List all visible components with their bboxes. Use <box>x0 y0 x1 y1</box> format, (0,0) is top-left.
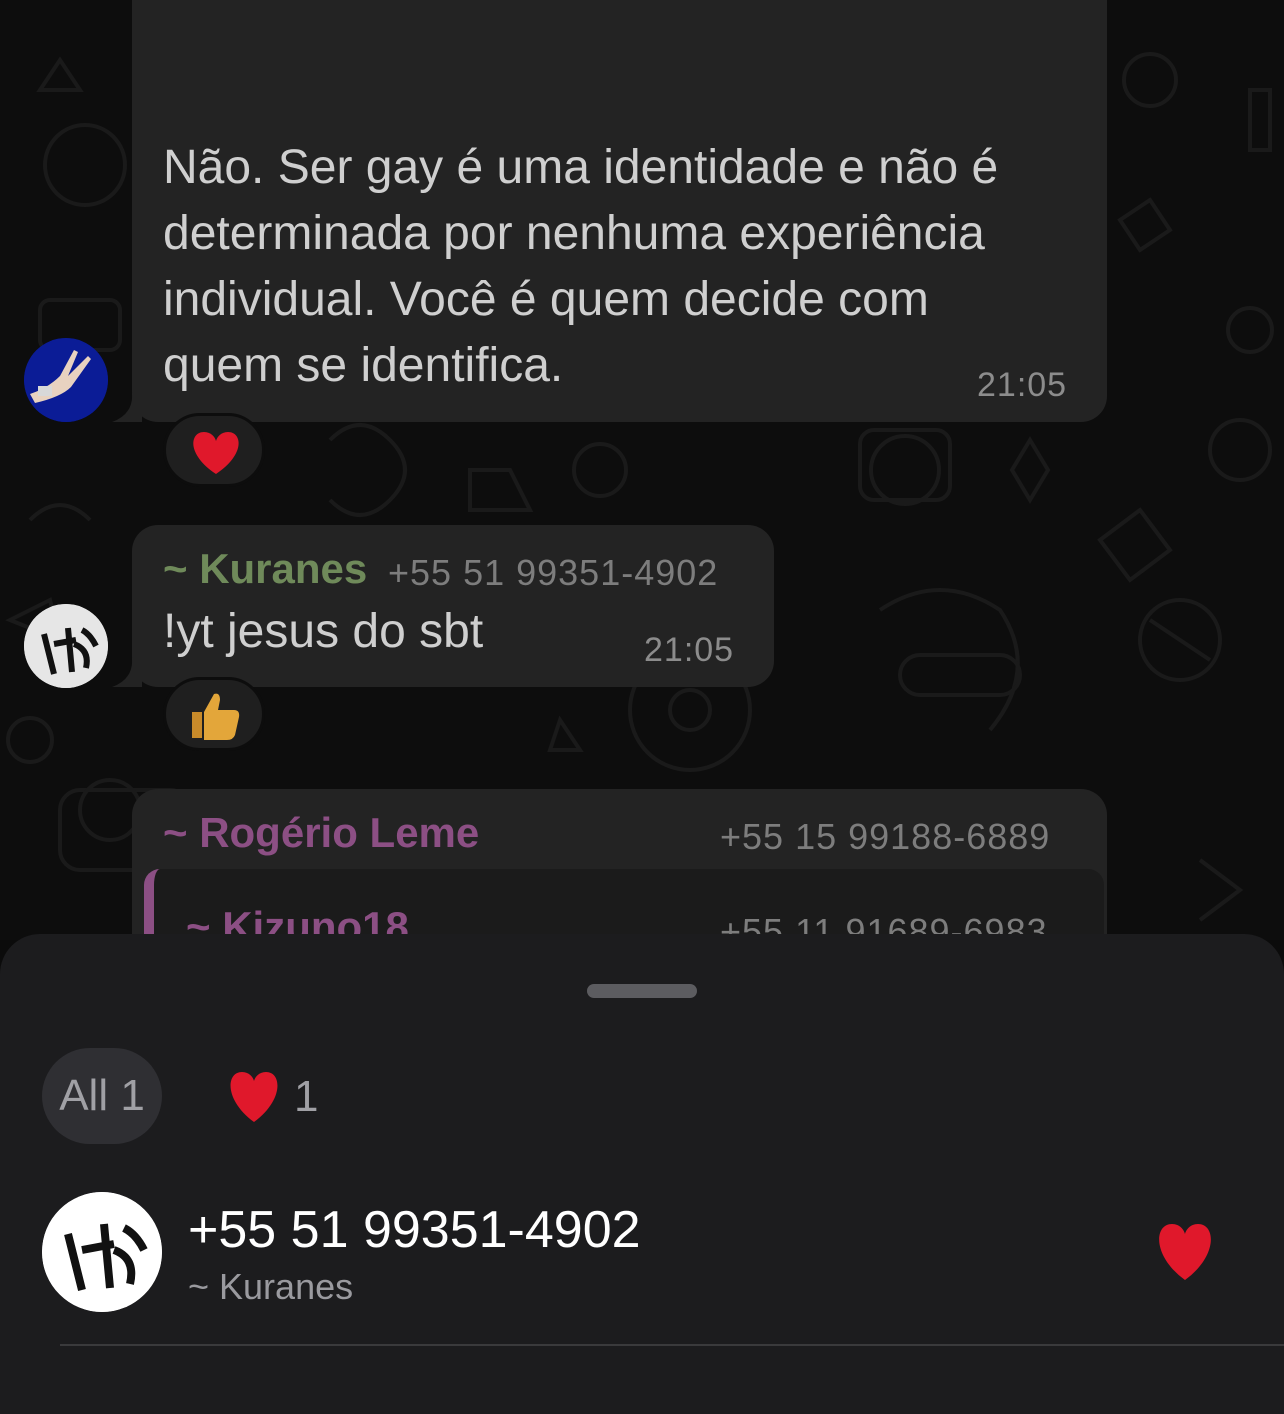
heart-emoji-icon <box>193 432 239 474</box>
bubble-tail-1 <box>112 392 142 422</box>
avatar-sender-1[interactable] <box>24 338 108 422</box>
message-text-1: Não. Ser gay é uma identidade e não é de… <box>163 141 999 392</box>
sender-phone-rogerio[interactable]: +55 15 99188-6889 <box>720 816 1050 858</box>
reactions-sheet: All 1 1 +55 51 99351-4902 ~ Kuranes <box>0 934 1284 1414</box>
reaction-pill-2[interactable] <box>163 677 265 751</box>
message-time-2: 21:05 <box>644 631 735 669</box>
thumbs-up-emoji-icon <box>192 693 240 740</box>
sender-phone-kuranes[interactable]: +55 51 99351-4902 <box>388 552 718 594</box>
reactor-avatar <box>42 1192 162 1312</box>
heart-emoji-icon <box>230 1072 278 1122</box>
tab-all-reactions[interactable]: All 1 <box>42 1048 162 1144</box>
sheet-grabber[interactable] <box>587 984 697 998</box>
quoted-message[interactable]: ~ Kizuno18 +55 11 91689-6983 <box>144 869 1104 940</box>
tab-all-label: All 1 <box>59 1071 145 1120</box>
reactor-phone: +55 51 99351-4902 <box>188 1201 641 1259</box>
message-bubble-1[interactable]: Não. Ser gay é uma identidade e não é de… <box>132 0 1107 422</box>
reactor-name: ~ Kuranes <box>188 1266 354 1307</box>
bubble-tail-2 <box>112 657 142 687</box>
chat-background: Não. Ser gay é uma identidade e não é de… <box>0 0 1284 940</box>
heart-emoji-icon <box>1159 1224 1211 1280</box>
sender-name-rogerio[interactable]: ~ Rogério Leme <box>163 809 479 857</box>
avatar-calligraphy-image <box>42 1192 162 1312</box>
tab-heart-count: 1 <box>294 1072 319 1121</box>
message-bubble-3[interactable]: ~ Rogério Leme +55 15 99188-6889 ~ Kizun… <box>132 789 1107 940</box>
sender-name-kuranes[interactable]: ~ Kuranes <box>163 545 367 593</box>
avatar-calligraphy-image <box>24 604 108 688</box>
avatar-peace-hand-image <box>24 338 108 422</box>
message-bubble-2[interactable]: ~ Kuranes +55 51 99351-4902 !yt jesus do… <box>132 525 774 687</box>
message-text-2: !yt jesus do sbt <box>163 605 484 658</box>
avatar-kuranes[interactable] <box>24 604 108 688</box>
reaction-pill-1[interactable] <box>163 413 265 487</box>
reactor-row[interactable]: +55 51 99351-4902 ~ Kuranes <box>0 1190 1284 1346</box>
row-divider <box>60 1344 1284 1346</box>
message-time-1: 21:05 <box>977 366 1068 404</box>
